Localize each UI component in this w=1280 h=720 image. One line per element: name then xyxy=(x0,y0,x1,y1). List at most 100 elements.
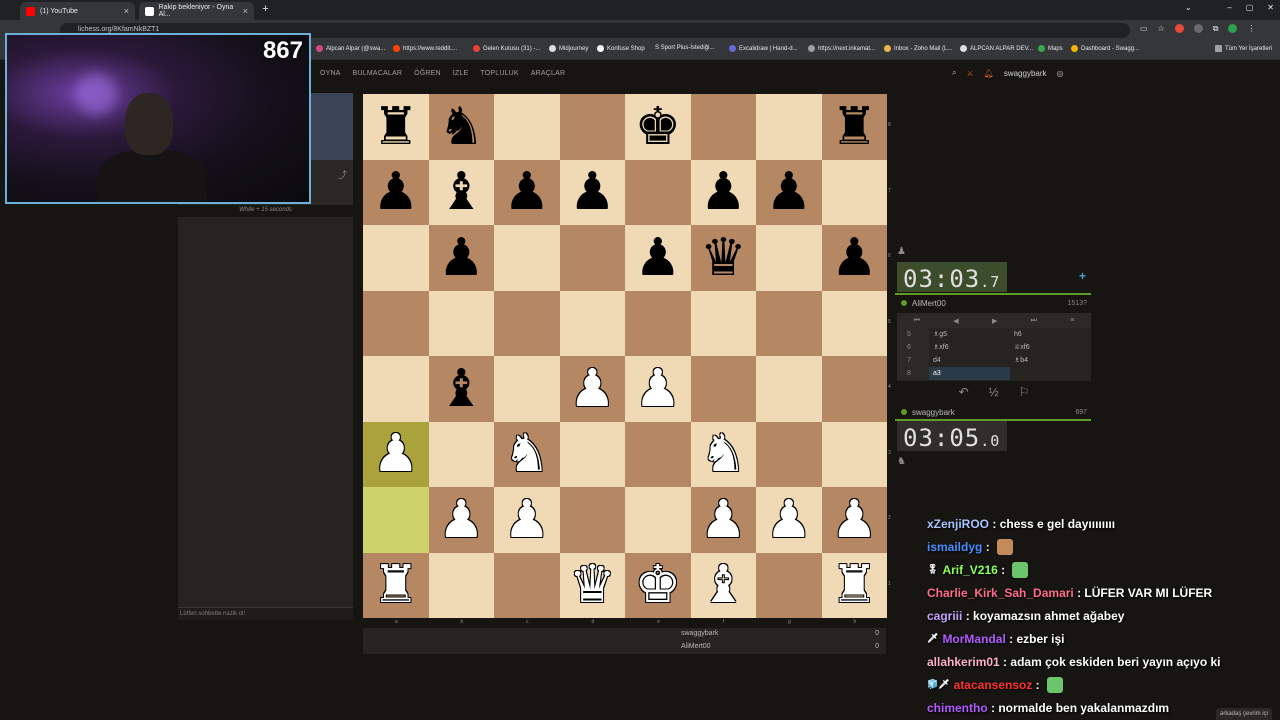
extension-icon[interactable] xyxy=(1174,24,1184,33)
menu-icon[interactable]: ≡ xyxy=(1070,317,1074,324)
square-b8[interactable]: ♞ xyxy=(428,94,494,160)
minimize-icon[interactable]: – xyxy=(1227,3,1231,12)
square-e8[interactable]: ♚ xyxy=(625,94,691,160)
square-e5[interactable] xyxy=(625,290,691,356)
square-f1[interactable]: ♝ xyxy=(690,552,756,618)
white-pawn-icon[interactable]: ♟ xyxy=(634,363,681,415)
white-rook-icon[interactable]: ♜ xyxy=(372,559,419,611)
square-h4[interactable] xyxy=(821,356,887,422)
close-icon[interactable]: × xyxy=(124,6,129,16)
bookmark-item[interactable]: https://next.inkamat... xyxy=(808,45,875,52)
square-g6[interactable] xyxy=(756,225,822,291)
bookmark-item[interactable]: Dashboard - Swagg... xyxy=(1071,45,1139,52)
black-pawn-icon[interactable]: ♟ xyxy=(634,232,681,284)
white-pawn-icon[interactable]: ♟ xyxy=(569,363,616,415)
nav-tools[interactable]: ARAÇLAR xyxy=(531,70,565,77)
black-rook-icon[interactable]: ♜ xyxy=(831,101,878,153)
white-knight-icon[interactable]: ♞ xyxy=(700,428,747,480)
square-e4[interactable]: ♟ xyxy=(625,356,691,422)
close-window-icon[interactable]: ✕ xyxy=(1267,3,1274,12)
square-a3[interactable]: ♟ xyxy=(363,421,429,487)
square-g2[interactable]: ♟ xyxy=(756,487,822,553)
search-icon[interactable]: ⌕ xyxy=(952,68,956,78)
square-d7[interactable]: ♟ xyxy=(559,159,625,225)
square-c5[interactable] xyxy=(494,290,560,356)
black-pawn-icon[interactable]: ♟ xyxy=(372,166,419,218)
maximize-icon[interactable]: ▢ xyxy=(1246,3,1254,12)
draw-offer-button[interactable]: ½ xyxy=(989,385,999,399)
black-rook-icon[interactable]: ♜ xyxy=(372,101,419,153)
square-b1[interactable] xyxy=(428,552,494,618)
bookmark-item[interactable]: Midjourney xyxy=(549,45,588,52)
white-move[interactable]: ♗xf6 xyxy=(929,341,1010,354)
black-queen-icon[interactable]: ♛ xyxy=(700,232,747,284)
square-a4[interactable] xyxy=(363,356,429,422)
extensions-puzzle-icon[interactable]: ⧉ xyxy=(1213,24,1219,34)
black-pawn-icon[interactable]: ♟ xyxy=(765,166,812,218)
white-pawn-icon[interactable]: ♟ xyxy=(831,494,878,546)
chess-board[interactable]: ♜ ♞ ♚ ♜ ♟ ♝ ♟ ♟ ♟ ♟ ♟ ♟ ♛ ♟ ♝ ♟ ♟ ♟ ♞ ♞ ♟ ♟ ♟ ♟ ♟ ♜ ♛ ♚ ♝ ♜ xyxy=(363,94,887,618)
square-e3[interactable] xyxy=(625,421,691,487)
black-pawn-icon[interactable]: ♟ xyxy=(438,232,485,284)
white-move[interactable]: ♗g5 xyxy=(929,328,1010,341)
white-pawn-icon[interactable]: ♟ xyxy=(503,494,550,546)
square-f3[interactable]: ♞ xyxy=(690,421,756,487)
square-g5[interactable] xyxy=(756,290,822,356)
resign-flag-icon[interactable]: ⚐ xyxy=(1019,385,1030,399)
square-d5[interactable] xyxy=(559,290,625,356)
white-pawn-icon[interactable]: ♟ xyxy=(700,494,747,546)
user-menu[interactable]: swaggybark xyxy=(1004,69,1047,78)
white-pawn-icon[interactable]: ♟ xyxy=(438,494,485,546)
extension-icon[interactable] xyxy=(1193,24,1203,33)
menu-icon[interactable]: ⋮ xyxy=(1247,24,1255,34)
square-d4[interactable]: ♟ xyxy=(559,356,625,422)
square-h2[interactable]: ♟ xyxy=(821,487,887,553)
black-move[interactable] xyxy=(1010,367,1091,380)
cast-icon[interactable]: ▭ xyxy=(1140,24,1148,34)
white-move[interactable]: a3 xyxy=(929,367,1010,380)
black-knight-icon[interactable]: ♞ xyxy=(438,101,485,153)
bookmark-item[interactable]: Alpcan Alpar (@swa... xyxy=(316,45,385,52)
square-e1[interactable]: ♚ xyxy=(625,552,691,618)
square-f7[interactable]: ♟ xyxy=(690,159,756,225)
square-d1[interactable]: ♛ xyxy=(559,552,625,618)
square-c8[interactable] xyxy=(494,94,560,160)
square-h8[interactable]: ♜ xyxy=(821,94,887,160)
black-pawn-icon[interactable]: ♟ xyxy=(503,166,550,218)
black-move[interactable]: h6 xyxy=(1010,328,1091,341)
nav-watch[interactable]: İZLE xyxy=(453,70,469,77)
black-pawn-icon[interactable]: ♟ xyxy=(700,166,747,218)
white-move[interactable]: d4 xyxy=(929,354,1010,367)
black-pawn-icon[interactable]: ♟ xyxy=(569,166,616,218)
white-pawn-icon[interactable]: ♟ xyxy=(372,428,419,480)
square-a7[interactable]: ♟ xyxy=(363,159,429,225)
bookmark-item[interactable]: Inbox - Zoho Mail (L... xyxy=(884,45,952,52)
black-bishop-icon[interactable]: ♝ xyxy=(438,166,485,218)
white-rook-icon[interactable]: ♜ xyxy=(831,559,878,611)
square-c4[interactable] xyxy=(494,356,560,422)
square-e6[interactable]: ♟ xyxy=(625,225,691,291)
square-b2[interactable]: ♟ xyxy=(428,487,494,553)
black-king-icon[interactable]: ♚ xyxy=(634,101,681,153)
square-h7[interactable] xyxy=(821,159,887,225)
square-g8[interactable] xyxy=(756,94,822,160)
first-move-icon[interactable]: ⏮ xyxy=(914,317,920,325)
tab-search-icon[interactable]: ⌄ xyxy=(1185,3,1192,12)
black-pawn-icon[interactable]: ♟ xyxy=(831,232,878,284)
square-c2[interactable]: ♟ xyxy=(494,487,560,553)
nav-puzzles[interactable]: BULMACALAR xyxy=(353,70,402,77)
square-f6[interactable]: ♛ xyxy=(690,225,756,291)
nav-community[interactable]: TOPLULUK xyxy=(480,70,518,77)
bookmark-item[interactable]: Maps xyxy=(1038,45,1063,52)
square-h6[interactable]: ♟ xyxy=(821,225,887,291)
square-a2[interactable] xyxy=(363,487,429,553)
square-b5[interactable] xyxy=(428,290,494,356)
square-g1[interactable] xyxy=(756,552,822,618)
chat-input[interactable]: Lütfen sohbette nazik ol! xyxy=(178,607,353,620)
square-d3[interactable] xyxy=(559,421,625,487)
square-h5[interactable] xyxy=(821,290,887,356)
bookmark-item[interactable]: https://www.reddit.... xyxy=(393,45,457,52)
opponent-name[interactable]: AliMert00 xyxy=(912,299,946,308)
friends-online-button[interactable]: arkadaş çevrim içi xyxy=(1215,708,1272,720)
square-b6[interactable]: ♟ xyxy=(428,225,494,291)
